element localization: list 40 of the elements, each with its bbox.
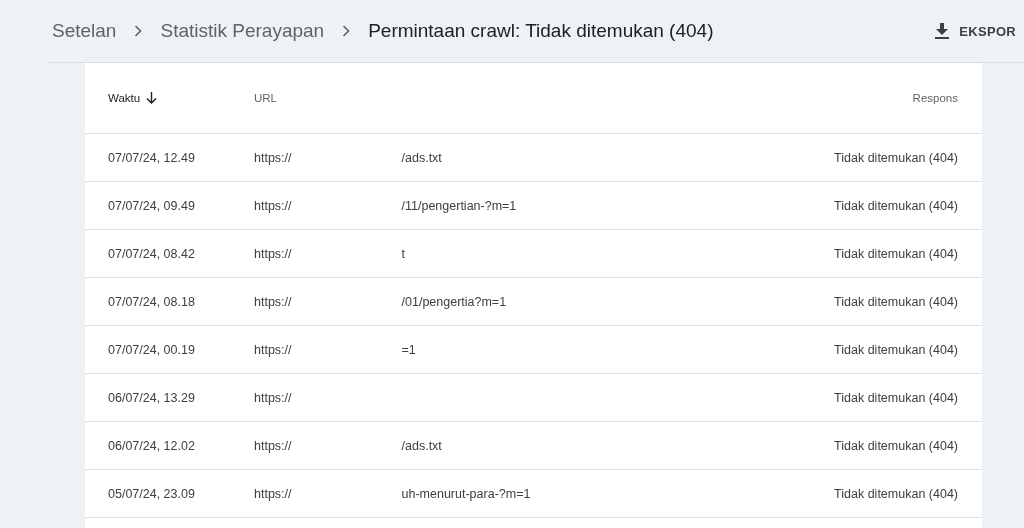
time-cell: 07/07/24, 12.49 [108,150,195,165]
url-text: /ads.txt [401,150,442,165]
response-cell: Tidak ditemukan (404) [834,294,958,309]
time-cell: 06/07/24, 12.02 [108,438,195,453]
breadcrumb[interactable]: Setelan [52,20,117,42]
url-text: =1 [401,342,416,357]
url-text: t [401,246,405,261]
response-cell: Tidak ditemukan (404) [834,150,958,165]
url-text: https:// [254,342,292,357]
response-cell: Tidak ditemukan (404) [834,198,958,213]
response-cell: Tidak ditemukan (404) [834,246,958,261]
url-text: https:// [254,390,292,405]
arrow-down-icon [146,92,158,104]
response-cell: Tidak ditemukan (404) [834,438,958,453]
url-text: /01/pengertia?m=1 [401,294,507,309]
url-text: https:// [254,246,292,261]
response-cell: Tidak ditemukan (404) [834,390,958,405]
column-header[interactable]: Respons [912,92,958,104]
time-cell: 07/07/24, 09.49 [108,198,195,213]
time-cell: 05/07/24, 23.09 [108,486,195,501]
response-cell: Tidak ditemukan (404) [834,486,958,501]
url-text: https:// [254,438,292,453]
time-cell: 06/07/24, 13.29 [108,390,195,405]
url-text: https:// [254,198,292,213]
response-cell: Tidak ditemukan (404) [834,342,958,357]
time-cell: 07/07/24, 08.42 [108,246,195,261]
url-text: https:// [254,486,292,501]
download-icon [935,23,950,39]
url-text: https:// [254,150,292,165]
url-text: /11/pengertian-?m=1 [401,198,517,213]
url-text: /ads.txt [401,438,442,453]
time-cell: 07/07/24, 08.18 [108,294,195,309]
time-cell: 07/07/24, 00.19 [108,342,195,357]
column-header[interactable]: Waktu [108,92,158,104]
breadcrumb[interactable]: Statistik Perayapan [160,20,325,42]
url-text: uh-menurut-para-?m=1 [401,486,531,501]
breadcrumb: Permintaan crawl: Tidak ditemukan (404) [368,20,714,42]
export-button[interactable]: EKSPOR [935,23,1024,39]
column-header[interactable]: URL [254,92,277,104]
url-text: https:// [254,294,292,309]
